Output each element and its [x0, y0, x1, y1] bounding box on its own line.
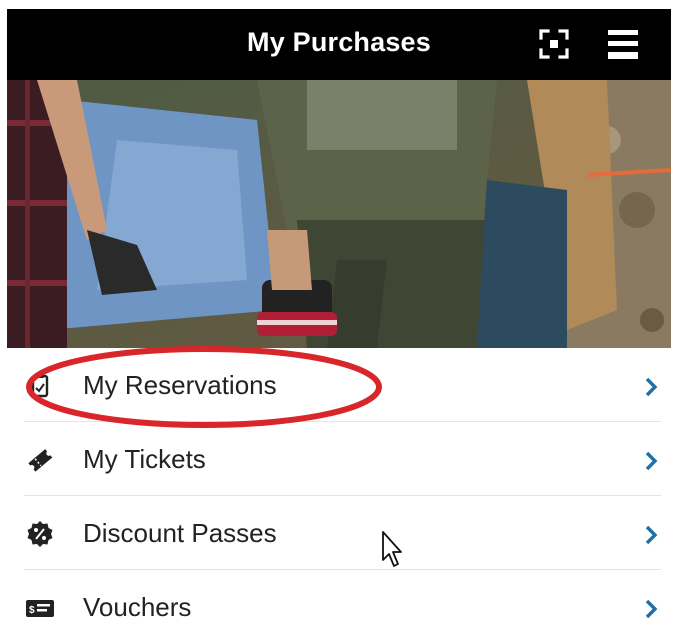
- chevron-right-icon: [645, 525, 658, 545]
- app-screen: My Purchases My Reservations My Tickets …: [7, 9, 671, 637]
- chevron-right-icon: [645, 451, 658, 471]
- hamburger-menu-button[interactable]: [604, 25, 642, 63]
- clipboard-icon: [31, 373, 49, 398]
- menu-item-label: Vouchers: [83, 592, 192, 622]
- menu-item-label: Discount Passes: [83, 518, 277, 548]
- menu-item-discount-passes[interactable]: Discount Passes: [7, 496, 671, 570]
- qr-scan-icon: [539, 29, 569, 59]
- hamburger-menu-icon: [608, 30, 638, 59]
- purchases-menu: My Reservations My Tickets Discount Pass…: [7, 348, 671, 637]
- camping-photo: [7, 80, 671, 348]
- qr-scan-button[interactable]: [535, 25, 573, 63]
- menu-item-my-reservations[interactable]: My Reservations: [7, 348, 671, 422]
- voucher-icon: $: [26, 600, 54, 617]
- chevron-right-icon: [645, 599, 658, 619]
- chevron-right-icon: [645, 377, 658, 397]
- app-header: My Purchases: [7, 9, 671, 80]
- svg-text:$: $: [29, 605, 35, 616]
- hero-image: [7, 80, 671, 348]
- menu-item-label: My Tickets: [83, 444, 206, 474]
- ticket-icon: [28, 449, 53, 472]
- menu-item-vouchers[interactable]: $ Vouchers: [7, 570, 671, 637]
- menu-item-label: My Reservations: [83, 370, 277, 400]
- discount-badge-icon: [27, 521, 53, 547]
- menu-item-my-tickets[interactable]: My Tickets: [7, 422, 671, 496]
